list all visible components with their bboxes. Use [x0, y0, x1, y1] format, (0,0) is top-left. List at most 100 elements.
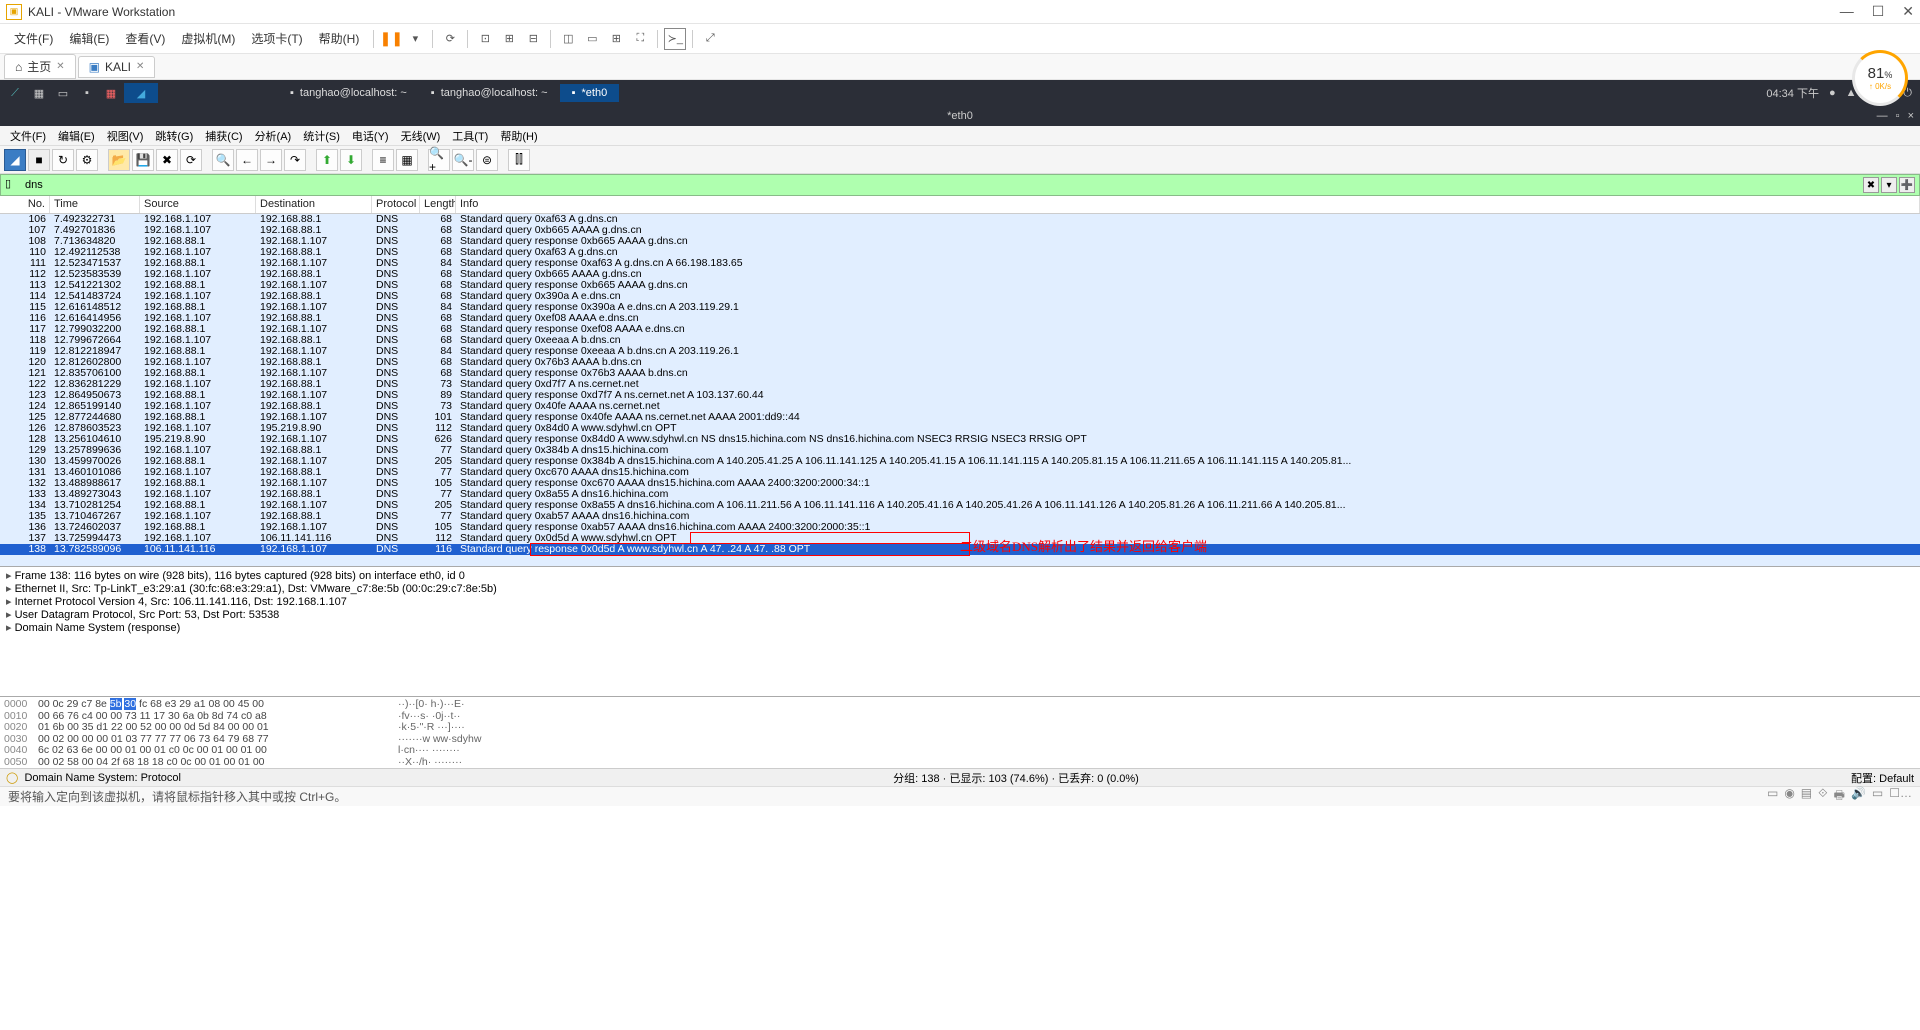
- ws-close[interactable]: ×: [1908, 110, 1914, 122]
- wireshark-menu-item[interactable]: 统计(S): [297, 126, 346, 146]
- vmware-menu-item[interactable]: 帮助(H): [311, 30, 368, 48]
- wireshark-menu-item[interactable]: 电话(Y): [346, 126, 395, 146]
- packet-row[interactable]: 11412.541483724192.168.1.107192.168.88.1…: [0, 291, 1920, 302]
- detail-line[interactable]: Domain Name System (response): [6, 622, 1914, 635]
- filter-clear-icon[interactable]: ✖: [1863, 177, 1879, 193]
- wireshark-menu-item[interactable]: 视图(V): [101, 126, 150, 146]
- tab-kali[interactable]: ▣ KALI ✕: [78, 56, 156, 78]
- ws-maximize[interactable]: ▫: [1896, 110, 1900, 122]
- vmware-menu-item[interactable]: 编辑(E): [61, 30, 117, 48]
- last-icon[interactable]: ⬇: [340, 149, 362, 171]
- hex-line[interactable]: 003000 02 00 00 00 01 03 77 77 77 06 73 …: [4, 734, 1916, 746]
- packet-bytes-pane[interactable]: 000000 0c 29 c7 8e 5b 30 fc 68 e3 29 a1 …: [0, 696, 1920, 768]
- goto-icon[interactable]: ↷: [284, 149, 306, 171]
- expert-icon[interactable]: ◯: [6, 772, 18, 784]
- packet-row[interactable]: 12112.835706100192.168.88.1192.168.1.107…: [0, 368, 1920, 379]
- tb-icon[interactable]: ⛶: [629, 28, 651, 50]
- zoom-out-icon[interactable]: 🔍-: [452, 149, 474, 171]
- filter-input[interactable]: [25, 179, 1863, 191]
- files-icon[interactable]: ▭: [52, 83, 74, 103]
- taskbar-item[interactable]: ▪tanghao@localhost: ~: [419, 84, 560, 102]
- packet-row[interactable]: 1077.492701836192.168.1.107192.168.88.1D…: [0, 225, 1920, 236]
- packet-row[interactable]: 1067.492322731192.168.1.107192.168.88.1D…: [0, 214, 1920, 225]
- wireshark-menu-item[interactable]: 编辑(E): [52, 126, 101, 146]
- autoscroll-icon[interactable]: ≡: [372, 149, 394, 171]
- tb-icon[interactable]: ◫: [557, 28, 579, 50]
- stop-capture-icon[interactable]: ■: [28, 149, 50, 171]
- start-capture-icon[interactable]: ◢: [4, 149, 26, 171]
- device-icon[interactable]: ◉: [1784, 786, 1794, 807]
- packet-row[interactable]: 12512.877244680192.168.88.1192.168.1.107…: [0, 412, 1920, 423]
- packet-row[interactable]: 13613.724602037192.168.88.1192.168.1.107…: [0, 522, 1920, 533]
- resize-cols-icon[interactable]: ⫿⫿: [508, 149, 530, 171]
- close-icon[interactable]: ✕: [136, 61, 144, 72]
- tb-icon[interactable]: ⊞: [498, 28, 520, 50]
- hex-line[interactable]: 005000 02 58 00 04 2f 68 18 18 c0 0c 00 …: [4, 757, 1916, 769]
- tb-icon[interactable]: ⊟: [522, 28, 544, 50]
- window-minimize[interactable]: —: [1840, 3, 1854, 20]
- snapshot-icon[interactable]: ⟳: [439, 28, 461, 50]
- packet-row[interactable]: 11012.492112538192.168.1.107192.168.88.1…: [0, 247, 1920, 258]
- packet-row[interactable]: 11612.616414956192.168.1.107192.168.88.1…: [0, 313, 1920, 324]
- wireshark-menu-item[interactable]: 无线(W): [395, 126, 447, 146]
- device-icon[interactable]: 🖶: [1834, 786, 1845, 807]
- packet-row[interactable]: 11512.616148512192.168.88.1192.168.1.107…: [0, 302, 1920, 313]
- packet-row[interactable]: 13013.459970026192.168.88.1192.168.1.107…: [0, 456, 1920, 467]
- filter-dropdown-icon[interactable]: ▾: [1881, 177, 1897, 193]
- packet-row[interactable]: 11112.523471537192.168.88.1192.168.1.107…: [0, 258, 1920, 269]
- save-icon[interactable]: 💾: [132, 149, 154, 171]
- options-icon[interactable]: ⚙: [76, 149, 98, 171]
- packet-row[interactable]: 12813.256104610195.219.8.90192.168.1.107…: [0, 434, 1920, 445]
- packet-row[interactable]: 12612.878603523192.168.1.107195.219.8.90…: [0, 423, 1920, 434]
- close-file-icon[interactable]: ✖: [156, 149, 178, 171]
- hex-line[interactable]: 002001 6b 00 35 d1 22 00 52 00 00 0d 5d …: [4, 722, 1916, 734]
- close-icon[interactable]: ✕: [56, 61, 64, 72]
- prev-icon[interactable]: ←: [236, 149, 258, 171]
- wireshark-menu-item[interactable]: 帮助(H): [494, 126, 543, 146]
- launcher-icon[interactable]: ▦: [28, 83, 50, 103]
- packet-row[interactable]: 13413.710281254192.168.88.1192.168.1.107…: [0, 500, 1920, 511]
- packet-row[interactable]: 12312.864950673192.168.88.1192.168.1.107…: [0, 390, 1920, 401]
- packet-row[interactable]: 11812.799672664192.168.1.107192.168.88.1…: [0, 335, 1920, 346]
- filter-bookmark-icon[interactable]: ▯: [5, 177, 21, 193]
- device-icon[interactable]: ⟐: [1818, 786, 1827, 807]
- packet-row[interactable]: 13313.489273043192.168.1.107192.168.88.1…: [0, 489, 1920, 500]
- detail-line[interactable]: User Datagram Protocol, Src Port: 53, Ds…: [6, 609, 1914, 622]
- device-icon[interactable]: ▭: [1872, 786, 1883, 807]
- vmware-menu-item[interactable]: 选项卡(T): [243, 30, 310, 48]
- hex-line[interactable]: 001000 66 76 c4 00 00 73 11 17 30 6a 0b …: [4, 711, 1916, 723]
- wireshark-menu-item[interactable]: 文件(F): [4, 126, 52, 146]
- packet-row[interactable]: 13113.460101086192.168.1.107192.168.88.1…: [0, 467, 1920, 478]
- fullscreen-icon[interactable]: ⤢: [699, 28, 721, 50]
- tb-icon[interactable]: ▭: [581, 28, 603, 50]
- packet-row[interactable]: 1087.713634820192.168.88.1192.168.1.107D…: [0, 236, 1920, 247]
- wireshark-menu-item[interactable]: 捕获(C): [199, 126, 248, 146]
- wireshark-menu-item[interactable]: 工具(T): [446, 126, 494, 146]
- vmware-menu-item[interactable]: 虚拟机(M): [173, 30, 243, 48]
- ws-minimize[interactable]: —: [1877, 110, 1888, 122]
- packet-row[interactable]: 13213.488988617192.168.88.1192.168.1.107…: [0, 478, 1920, 489]
- packet-row[interactable]: 11912.812218947192.168.88.1192.168.1.107…: [0, 346, 1920, 357]
- packet-list[interactable]: 1067.492322731192.168.1.107192.168.88.1D…: [0, 214, 1920, 566]
- find-icon[interactable]: 🔍: [212, 149, 234, 171]
- wireshark-menu-item[interactable]: 分析(A): [249, 126, 298, 146]
- first-icon[interactable]: ⬆: [316, 149, 338, 171]
- detail-line[interactable]: Ethernet II, Src: Tp-LinkT_e3:29:a1 (30:…: [6, 583, 1914, 596]
- console-icon[interactable]: ≻_: [664, 28, 686, 50]
- taskbar-item[interactable]: ▪*eth0: [560, 84, 620, 102]
- dropdown-icon[interactable]: ▾: [404, 28, 426, 50]
- zoom-in-icon[interactable]: 🔍+: [428, 149, 450, 171]
- hex-line[interactable]: 000000 0c 29 c7 8e 5b 30 fc 68 e3 29 a1 …: [4, 699, 1916, 711]
- taskbar-item[interactable]: ▪tanghao@localhost: ~: [278, 84, 419, 102]
- dashboard-icon[interactable]: ▦: [100, 83, 122, 103]
- tray-icon[interactable]: ●: [1829, 87, 1836, 99]
- device-icon[interactable]: ▤: [1801, 786, 1812, 807]
- reload-icon[interactable]: ⟳: [180, 149, 202, 171]
- suspend-icon[interactable]: ❚❚: [380, 28, 402, 50]
- kali-menu-icon[interactable]: ⟋: [4, 83, 26, 103]
- zoom-reset-icon[interactable]: ⊜: [476, 149, 498, 171]
- restart-icon[interactable]: ↻: [52, 149, 74, 171]
- tb-icon[interactable]: ⊞: [605, 28, 627, 50]
- wireshark-task-icon[interactable]: ◢: [124, 83, 158, 103]
- filter-apply-icon[interactable]: ➕: [1899, 177, 1915, 193]
